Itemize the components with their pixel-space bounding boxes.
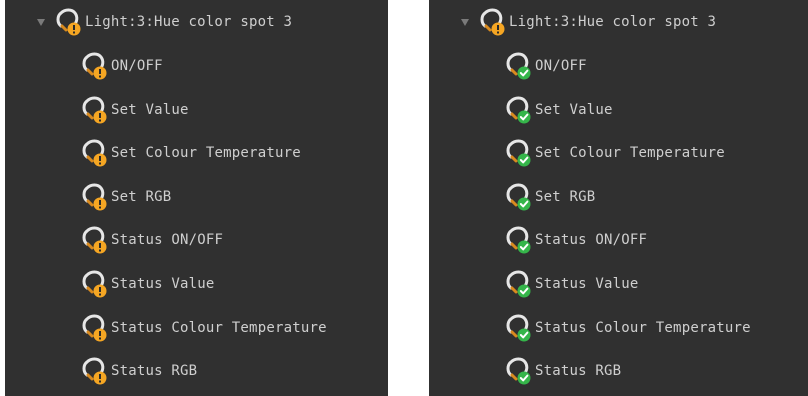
lightbulb-warning-icon [81, 313, 109, 343]
tree-node-datapoint[interactable]: ON/OFF [81, 51, 163, 81]
datapoint-label: Set Colour Temperature [535, 145, 725, 162]
datapoint-label: Status Colour Temperature [535, 319, 751, 336]
datapoint-label: Set Colour Temperature [111, 145, 301, 162]
tree-node-datapoint[interactable]: Status Colour Temperature [505, 313, 751, 343]
datapoint-label: Status ON/OFF [535, 232, 648, 249]
lightbulb-ok-icon [505, 356, 533, 386]
tree-node-datapoint[interactable]: Set Value [81, 95, 189, 125]
lightbulb-ok-icon [505, 138, 533, 168]
lightbulb-ok-icon [505, 182, 533, 212]
tree-node-datapoint[interactable]: Status ON/OFF [81, 225, 223, 255]
datapoint-label: Set Value [111, 101, 189, 118]
lightbulb-warning-icon [81, 182, 109, 212]
datapoint-label: Status ON/OFF [111, 232, 224, 249]
tree-node-datapoint[interactable]: Set RGB [81, 182, 171, 212]
datapoint-label: Set Value [535, 101, 613, 118]
device-label: Light:3:Hue color spot 3 [85, 14, 293, 30]
datapoint-label: Status Value [111, 276, 215, 292]
tree-node-datapoint[interactable]: Status Colour Temperature [81, 313, 327, 343]
lightbulb-warning-icon [479, 7, 507, 37]
tree-panel-before: Light:3:Hue color spot 3 ON/OFF Set Value S… [5, 0, 388, 396]
lightbulb-warning-icon [81, 138, 109, 168]
lightbulb-warning-icon [81, 95, 109, 125]
expand-arrow-icon[interactable] [461, 18, 469, 26]
lightbulb-warning-icon [81, 51, 109, 81]
lightbulb-ok-icon [505, 51, 533, 81]
tree-node-device[interactable]: Light:3:Hue color spot 3 [461, 7, 716, 37]
expand-arrow-icon[interactable] [37, 18, 45, 26]
lightbulb-warning-icon [81, 356, 109, 386]
tree-node-datapoint[interactable]: Status ON/OFF [505, 225, 647, 255]
lightbulb-ok-icon [505, 313, 533, 343]
tree-node-datapoint[interactable]: ON/OFF [505, 51, 587, 81]
datapoint-label: Status Colour Temperature [111, 319, 327, 336]
datapoint-label: Status Value [535, 276, 639, 292]
datapoint-label: Set RGB [535, 188, 596, 205]
lightbulb-warning-icon [81, 269, 109, 299]
tree-node-datapoint[interactable]: Set RGB [505, 182, 595, 212]
tree-node-datapoint[interactable]: Set Colour Temperature [81, 138, 301, 168]
lightbulb-ok-icon [505, 95, 533, 125]
device-label: Light:3:Hue color spot 3 [509, 14, 717, 30]
lightbulb-warning-icon [81, 225, 109, 255]
lightbulb-ok-icon [505, 269, 533, 299]
datapoint-label: Status RGB [111, 363, 198, 380]
tree-node-datapoint[interactable]: Set Value [505, 95, 613, 125]
tree-node-datapoint[interactable]: Status Value [505, 269, 639, 299]
lightbulb-ok-icon [505, 225, 533, 255]
datapoint-label: ON/OFF [111, 58, 163, 74]
tree-panel-after: Light:3:Hue color spot 3 ON/OFF Set Value S… [429, 0, 808, 396]
tree-node-datapoint[interactable]: Set Colour Temperature [505, 138, 725, 168]
lightbulb-warning-icon [55, 7, 83, 37]
datapoint-label: Status RGB [535, 363, 622, 380]
datapoint-label: Set RGB [111, 188, 172, 205]
tree-node-datapoint[interactable]: Status Value [81, 269, 215, 299]
tree-node-datapoint[interactable]: Status RGB [81, 356, 197, 386]
tree-node-datapoint[interactable]: Status RGB [505, 356, 621, 386]
datapoint-label: ON/OFF [535, 58, 587, 74]
tree-node-device[interactable]: Light:3:Hue color spot 3 [37, 7, 292, 37]
